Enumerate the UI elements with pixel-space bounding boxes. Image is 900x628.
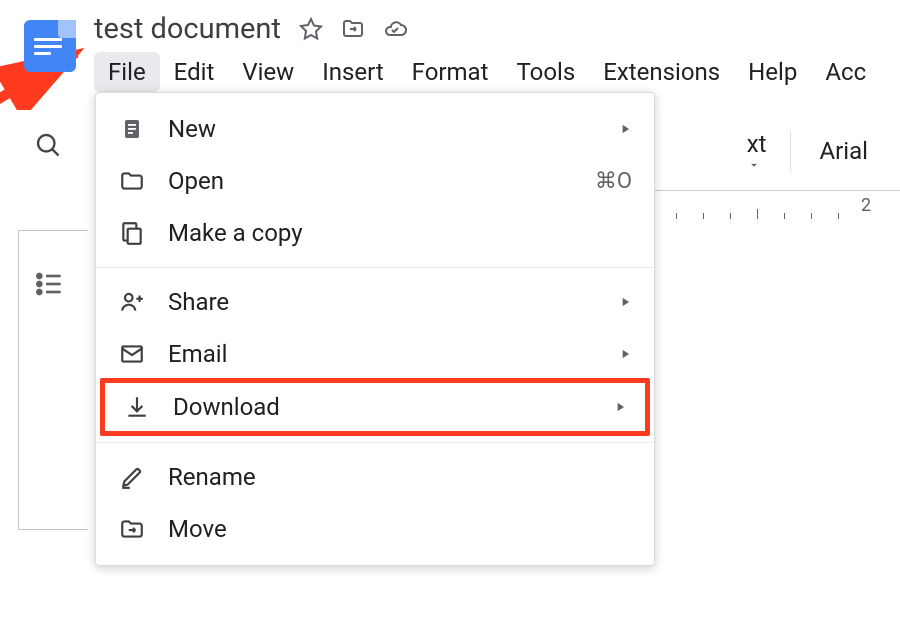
document-title[interactable]: test document <box>94 12 281 46</box>
menu-item-email[interactable]: Email <box>96 328 654 380</box>
share-icon <box>118 288 146 316</box>
menu-item-new[interactable]: New <box>96 103 654 155</box>
styles-dropdown[interactable]: xt <box>733 120 791 182</box>
keyboard-shortcut: ⌘O <box>595 169 632 194</box>
menu-file[interactable]: File <box>94 52 160 92</box>
menu-item-label: Share <box>168 288 596 316</box>
docs-logo[interactable] <box>24 20 76 72</box>
search-icon[interactable] <box>28 125 68 165</box>
menu-item-label: Rename <box>168 463 632 491</box>
submenu-arrow-icon <box>618 122 632 136</box>
copy-icon <box>118 219 146 247</box>
submenu-arrow-icon <box>618 347 632 361</box>
menu-format[interactable]: Format <box>398 52 503 92</box>
submenu-arrow-icon <box>618 295 632 309</box>
download-icon <box>123 393 151 421</box>
menu-item-label: Open <box>168 167 573 195</box>
menu-item-label: Move <box>168 515 632 543</box>
menu-view[interactable]: View <box>228 52 308 92</box>
folder-icon <box>118 167 146 195</box>
file-menu-dropdown: New Open ⌘O Make a copy Share Email <box>95 92 655 566</box>
menu-help[interactable]: Help <box>734 52 811 92</box>
menu-item-make-copy[interactable]: Make a copy <box>96 207 654 259</box>
menubar: File Edit View Insert Format Tools Exten… <box>94 52 900 92</box>
menu-divider <box>96 442 654 443</box>
menu-item-label: Download <box>173 393 591 421</box>
move-to-folder-icon[interactable] <box>341 17 365 41</box>
chevron-down-icon <box>747 158 777 172</box>
menu-item-label: Make a copy <box>168 219 632 247</box>
styles-label-fragment: xt <box>747 130 767 158</box>
font-selector[interactable]: Arial <box>791 127 900 175</box>
outline-icon[interactable] <box>34 268 66 300</box>
move-icon <box>118 515 146 543</box>
ruler-mark: 2 <box>861 195 871 216</box>
submenu-arrow-icon <box>613 400 627 414</box>
menu-extensions[interactable]: Extensions <box>589 52 734 92</box>
menu-item-move[interactable]: Move <box>96 503 654 555</box>
menu-item-open[interactable]: Open ⌘O <box>96 155 654 207</box>
email-icon <box>118 340 146 368</box>
cloud-saved-icon[interactable] <box>383 17 407 41</box>
document-icon <box>118 115 146 143</box>
menu-item-label: New <box>168 115 596 143</box>
menu-item-download[interactable]: Download <box>100 378 650 436</box>
menu-insert[interactable]: Insert <box>308 52 397 92</box>
menu-tools[interactable]: Tools <box>502 52 589 92</box>
menu-edit[interactable]: Edit <box>160 52 229 92</box>
menu-item-rename[interactable]: Rename <box>96 451 654 503</box>
rename-icon <box>118 463 146 491</box>
menu-divider <box>96 267 654 268</box>
ruler: 1 2 <box>636 190 900 220</box>
menu-item-share[interactable]: Share <box>96 276 654 328</box>
star-icon[interactable] <box>299 17 323 41</box>
menu-item-label: Email <box>168 340 596 368</box>
menu-accessibility[interactable]: Acc <box>811 52 880 92</box>
